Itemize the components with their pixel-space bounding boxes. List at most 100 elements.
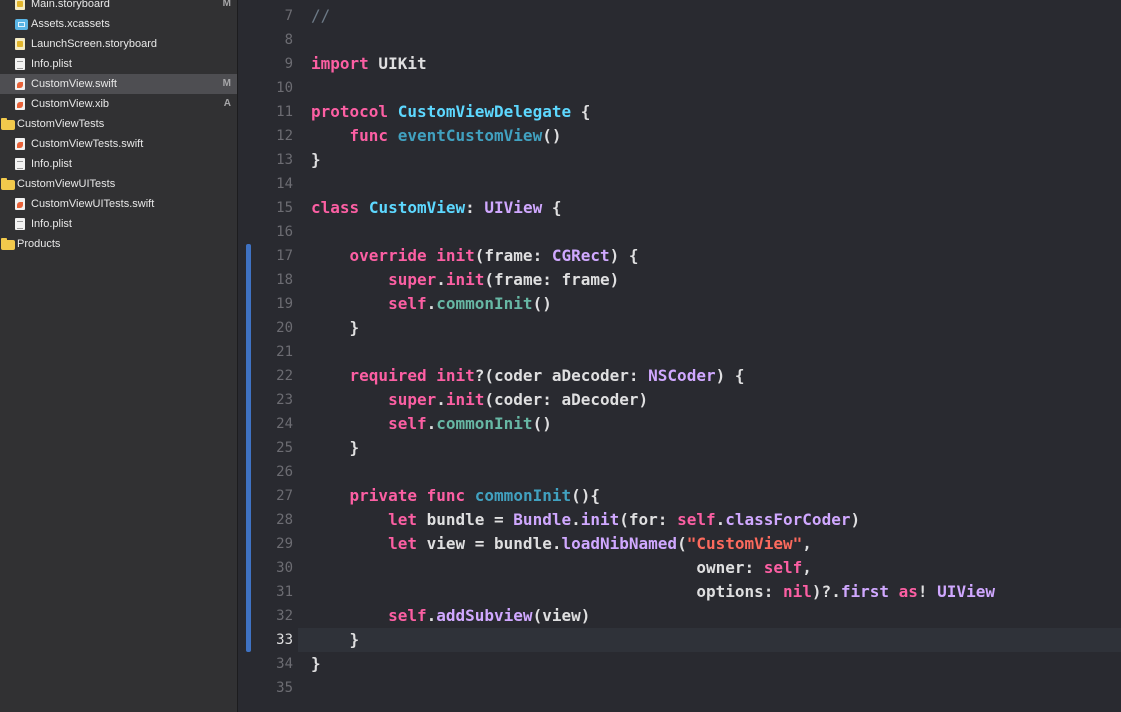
code-line[interactable]: 19 self.commonInit() [238,292,1121,316]
code-token: eventCustomView [397,126,543,145]
code-token: bundle = [416,510,514,529]
navigator-item-label: Info.plist [31,218,72,230]
navigator-group[interactable]: CustomViewTests [0,114,237,134]
code-line[interactable]: 29 let view = bundle.loadNibNamed("Custo… [238,532,1121,556]
code-line[interactable]: 22 required init?(coder aDecoder: NSCode… [238,364,1121,388]
navigator-file[interactable]: Info.plist [0,214,237,234]
navigator-file[interactable]: Info.plist [0,54,237,74]
source-editor[interactable]: 7 // 8 9 import UIKit 10 11 protocol CustomView… [238,0,1121,712]
navigator-file[interactable]: Info.plist [0,154,237,174]
code-token: classForCoder [725,510,851,529]
code-line[interactable]: 11 protocol CustomViewDelegate { [238,100,1121,124]
code-line[interactable]: 15 class CustomView: UIView { [238,196,1121,220]
code-token: ! [917,582,938,601]
navigator-item-label: CustomViewUITests [17,178,116,190]
code-line[interactable]: 21 [238,340,1121,364]
plist-icon [15,218,25,230]
navigator-file[interactable]: CustomViewTests.swift [0,134,237,154]
navigator-group[interactable]: CustomViewUITests [0,174,237,194]
code-line[interactable]: 10 [238,76,1121,100]
code-line[interactable]: 17 override init(frame: CGRect) { [238,244,1121,268]
code-token: (view) [532,606,591,625]
code-text: options: nil)?.first as! UIView [311,580,995,604]
code-text: super.init(coder: aDecoder) [311,388,648,412]
code-token: { [542,198,562,217]
folder-icon [1,238,15,250]
code-line[interactable]: 9 import UIKit [238,52,1121,76]
code-token: init [445,390,485,409]
code-token: func [426,486,466,505]
code-text: } [311,628,360,652]
code-token: } [311,654,321,673]
navigator-file[interactable]: CustomViewUITests.swift [0,194,237,214]
code-text: func eventCustomView() [311,124,562,148]
navigator-item-label: Info.plist [31,58,72,70]
navigator-file[interactable]: Main.storyboard M [0,0,237,14]
navigator-file[interactable]: CustomView.xib A [0,94,237,114]
code-text: private func commonInit(){ [311,484,600,508]
code-line[interactable]: 32 self.addSubview(view) [238,604,1121,628]
code-token: loadNibNamed [561,534,678,553]
code-token: (frame: frame) [484,270,620,289]
code-token: owner: [311,558,764,577]
code-line[interactable]: 33 } [238,628,1121,652]
code-token: commonInit [436,294,533,313]
code-token: view = bundle. [416,534,562,553]
code-token: . [715,510,726,529]
line-number: 15 [276,200,293,216]
code-line[interactable]: 34} [238,652,1121,676]
code-token: ) { [715,366,745,385]
code-line[interactable]: 18 super.init(frame: frame) [238,268,1121,292]
navigator-group[interactable]: Products [0,234,237,254]
line-number: 21 [276,344,293,360]
navigator-file[interactable]: Assets.xcassets [0,14,237,34]
code-line[interactable]: 16 [238,220,1121,244]
code-token: // [311,6,331,25]
navigator-file[interactable]: LaunchScreen.storyboard [0,34,237,54]
scm-status-badge: A [223,98,231,109]
folder-icon [1,178,15,190]
code-line[interactable]: 24 self.commonInit() [238,412,1121,436]
code-token: self [388,606,427,625]
code-line[interactable]: 31 options: nil)?.first as! UIView [238,580,1121,604]
line-number: 32 [276,608,293,624]
code-line[interactable]: 30 owner: self, [238,556,1121,580]
code-token: let [388,510,417,529]
navigator-file[interactable]: CustomView.swift M [0,74,237,94]
code-line[interactable]: 25 } [238,436,1121,460]
line-number: 28 [276,512,293,528]
code-line[interactable]: 28 let bundle = Bundle.init(for: self.cl… [238,508,1121,532]
code-line[interactable]: 7 // [238,4,1121,28]
code-token: UIView [937,582,995,601]
storyboard-icon [15,0,25,10]
line-number: 23 [276,392,293,408]
code-text: let view = bundle.loadNibNamed("CustomVi… [311,532,812,556]
code-line[interactable]: 14 [238,172,1121,196]
code-line[interactable]: 26 [238,460,1121,484]
scm-status-badge: M [222,78,231,89]
code-line[interactable]: 35 [238,676,1121,700]
code-token: } [311,438,360,457]
code-line[interactable]: 12 func eventCustomView() [238,124,1121,148]
code-line[interactable]: 27 private func commonInit(){ [238,484,1121,508]
code-line[interactable]: 8 [238,28,1121,52]
navigator-item-label: CustomViewTests.swift [31,138,144,150]
code-token: (){ [571,486,601,505]
code-token: nil [783,582,812,601]
line-number: 9 [284,56,293,72]
code-line[interactable]: 20 } [238,316,1121,340]
line-number: 26 [276,464,293,480]
line-number: 11 [276,104,293,120]
code-token: } [311,318,360,337]
code-line[interactable]: 23 super.init(coder: aDecoder) [238,388,1121,412]
code-token: . [426,606,437,625]
code-line[interactable]: 13} [238,148,1121,172]
